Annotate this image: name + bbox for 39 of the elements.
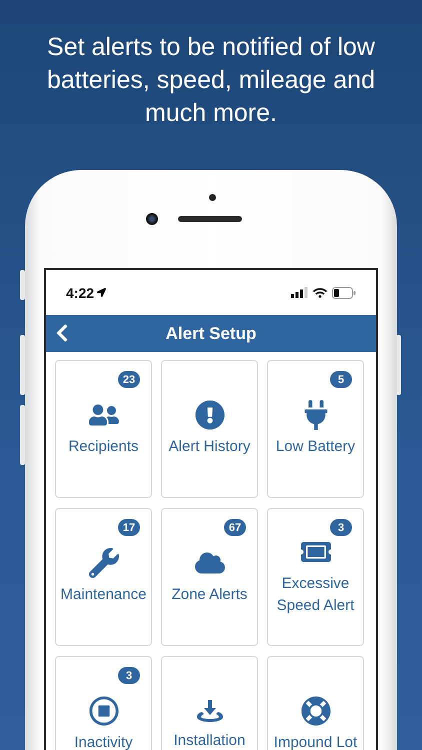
tile-label: Excessive Speed Alert bbox=[276, 574, 356, 616]
tile-label: Impound Lot bbox=[274, 733, 358, 750]
nav-title: Alert Setup bbox=[166, 324, 256, 344]
lifebuoy-icon bbox=[300, 696, 330, 726]
tile-label: Installation bbox=[174, 731, 246, 750]
download-icon bbox=[194, 698, 224, 724]
wifi-icon bbox=[313, 286, 327, 300]
alert-tile[interactable]: Installation bbox=[161, 656, 258, 750]
sensor-icon bbox=[209, 194, 216, 201]
count-badge: 23 bbox=[118, 371, 140, 388]
tile-label: Recipients bbox=[68, 437, 139, 457]
alert-tile[interactable]: 3 Excessive Speed Alert bbox=[267, 508, 364, 646]
tile-label: Low Battery bbox=[276, 437, 356, 457]
alert-tile[interactable]: 17 Maintenance bbox=[55, 508, 152, 646]
alert-tile[interactable]: 67 Zone Alerts bbox=[161, 508, 258, 646]
count-badge: 3 bbox=[118, 667, 140, 684]
alert-tile[interactable]: 5 Low Battery bbox=[267, 360, 364, 498]
alert-tile[interactable]: 3 Inactivity bbox=[55, 656, 152, 750]
tile-label: Inactivity bbox=[74, 733, 133, 750]
tile-label: Maintenance bbox=[60, 585, 146, 605]
alert-tile[interactable]: Impound Lot bbox=[267, 656, 364, 750]
alert-icon bbox=[194, 400, 224, 430]
tile-label: Zone Alerts bbox=[172, 585, 248, 605]
battery-icon bbox=[332, 286, 356, 298]
tile-label: Alert History bbox=[168, 437, 250, 457]
signal-icon bbox=[291, 287, 308, 298]
alert-tile[interactable]: 23 Recipients bbox=[55, 360, 152, 498]
count-badge: 3 bbox=[330, 519, 352, 536]
count-badge: 17 bbox=[118, 519, 140, 536]
speaker-icon bbox=[178, 216, 242, 222]
wrench-icon bbox=[88, 548, 118, 578]
location-icon bbox=[97, 288, 106, 297]
stop-icon bbox=[88, 696, 118, 726]
count-badge: 67 bbox=[224, 519, 246, 536]
headline: Set alerts to be notified of low batteries, speed, mileage and much more. bbox=[46, 32, 376, 129]
count-badge: 5 bbox=[330, 371, 352, 388]
alert-tile[interactable]: Alert History bbox=[161, 360, 258, 498]
status-time: 4:22 bbox=[66, 284, 94, 300]
camera-icon bbox=[146, 213, 158, 225]
